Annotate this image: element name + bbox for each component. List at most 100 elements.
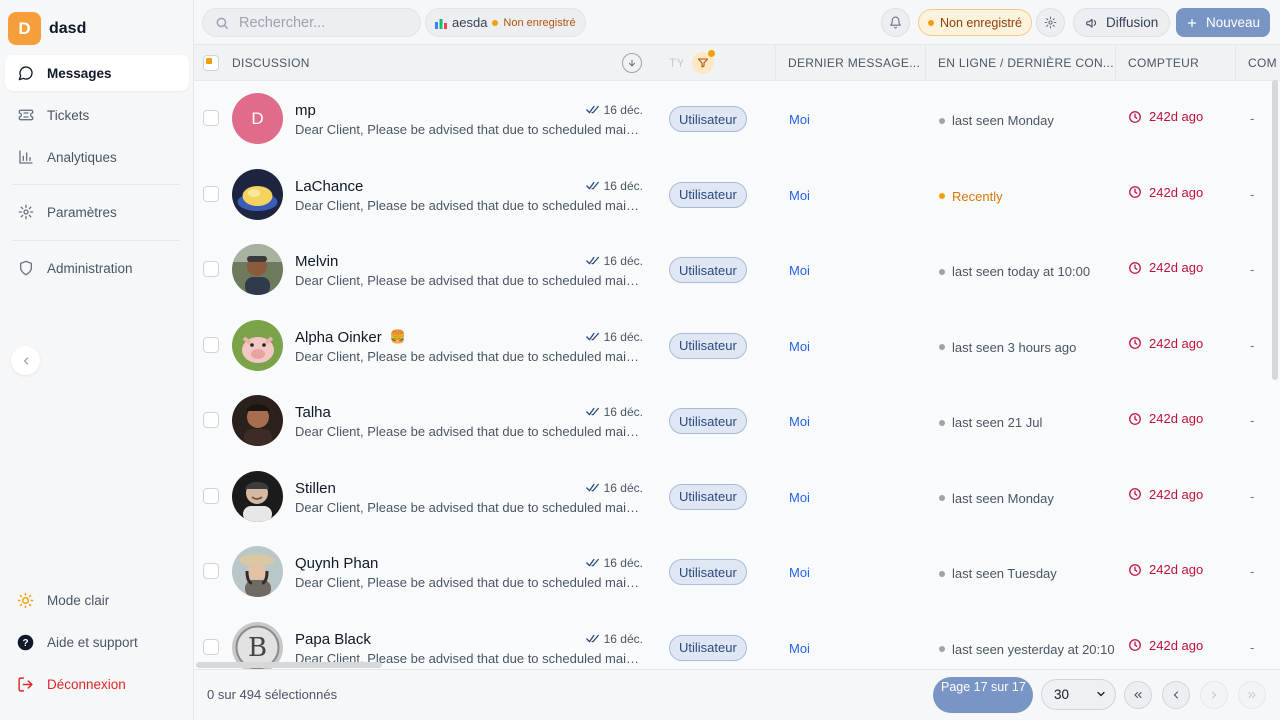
sidebar-item-analytics[interactable]: Analytiques	[5, 139, 189, 175]
table-row[interactable]: LaChance 16 déc. Dear Client, Please be ad…	[194, 157, 1280, 232]
search-box[interactable]	[202, 8, 421, 37]
row-checkbox[interactable]	[203, 638, 219, 655]
counter-text: 242d ago	[1149, 109, 1204, 124]
last-page-button[interactable]	[1238, 681, 1266, 709]
contact-name-text: Talha	[295, 404, 331, 421]
online-status-text: last seen Tuesday	[952, 566, 1057, 581]
vertical-scrollbar[interactable]	[1272, 80, 1278, 380]
row-checkbox[interactable]	[203, 412, 219, 428]
message-date: 16 déc.	[585, 405, 643, 419]
online-status: last seen yesterday at 20:10	[939, 642, 1115, 657]
header-type[interactable]: TY	[669, 45, 683, 81]
settings-button[interactable]	[1036, 8, 1065, 37]
search-icon	[216, 17, 228, 29]
contact-name-text: Papa Black	[295, 630, 371, 648]
last-message-author[interactable]: Moi	[789, 112, 810, 127]
contact-name[interactable]: Papa Black	[295, 631, 371, 648]
last-message-author[interactable]: Moi	[789, 414, 810, 429]
logout-button[interactable]: Déconnexion	[5, 666, 189, 702]
avatar[interactable]	[232, 470, 283, 522]
message-preview: Dear Client, Please be advised that due …	[295, 499, 645, 515]
contact-name[interactable]: Stillen	[295, 480, 336, 497]
help-support-link[interactable]: ? Aide et support	[5, 624, 189, 660]
last-message-author[interactable]: Moi	[789, 641, 810, 656]
presence-dot	[939, 646, 945, 652]
select-all-checkbox[interactable]	[203, 55, 219, 71]
logout-label: Déconnexion	[47, 676, 126, 692]
sidebar-item-messages[interactable]: Messages	[5, 55, 189, 91]
first-page-button[interactable]	[1124, 681, 1152, 709]
page-indicator: Page 17 sur 17	[933, 677, 1033, 713]
brand-logo: D	[8, 12, 41, 45]
table-row[interactable]: Dmp 16 déc. Dear Client, Please be advised…	[194, 81, 1280, 156]
message-date: 16 déc.	[585, 556, 643, 570]
last-message-author[interactable]: Moi	[789, 565, 810, 580]
filter-button[interactable]	[692, 50, 715, 74]
workspace-chip[interactable]: aesda Non enregistré	[425, 8, 586, 37]
contact-name[interactable]: LaChance	[295, 178, 363, 195]
table-row[interactable]: Alpha Oinker 🍔 16 déc. Dear Client, Please …	[194, 308, 1280, 383]
theme-toggle[interactable]: Mode clair	[5, 582, 189, 618]
header-discussion[interactable]: DISCUSSION	[232, 45, 310, 81]
counter: 242d ago	[1128, 411, 1203, 426]
table-footer: 0 sur 494 sélectionnés Page 17 sur 17 30	[194, 669, 1280, 720]
extra-cell: -	[1250, 488, 1255, 504]
next-page-button[interactable]	[1200, 681, 1228, 709]
row-checkbox[interactable]	[203, 563, 219, 579]
clock-icon	[1129, 412, 1141, 425]
table-row[interactable]: Talha 16 déc. Dear Client, Please be advis…	[194, 383, 1280, 458]
last-message-author[interactable]: Moi	[789, 263, 810, 278]
contact-name[interactable]: Alpha Oinker 🍔	[295, 329, 406, 346]
header-online[interactable]: EN LIGNE / DERNIÈRE CON...	[925, 45, 1115, 81]
page-size-select[interactable]: 30	[1041, 679, 1116, 710]
row-checkbox[interactable]	[203, 185, 219, 202]
sidebar-item-settings[interactable]: Paramètres	[5, 194, 189, 230]
row-checkbox[interactable]	[203, 336, 219, 353]
table-row[interactable]: B Papa Black 16 déc. Dear Client, Please be…	[194, 610, 1280, 669]
sidebar-item-tickets[interactable]: Tickets	[5, 97, 189, 133]
search-input[interactable]	[239, 14, 409, 31]
table-row[interactable]: Stillen 16 déc. Dear Client, Please be adv…	[194, 459, 1280, 534]
message-date-text: 16 déc.	[603, 103, 643, 117]
sort-button[interactable]	[622, 53, 642, 73]
clock-icon	[1129, 488, 1141, 500]
chevron-left-icon	[23, 356, 28, 365]
type-badge: Utilisateur	[669, 106, 747, 132]
avatar[interactable]	[232, 319, 283, 371]
contact-name[interactable]: Quynh Phan	[295, 555, 378, 572]
avatar[interactable]	[232, 244, 283, 295]
previous-page-button[interactable]	[1162, 681, 1190, 709]
sidebar-item-administration[interactable]: Administration	[5, 250, 189, 286]
row-checkbox[interactable]	[203, 487, 219, 504]
horizontal-scrollbar[interactable]	[196, 662, 382, 668]
last-message-author[interactable]: Moi	[789, 188, 810, 203]
contact-name[interactable]: Melvin	[295, 253, 338, 270]
avatar[interactable]: D	[232, 93, 283, 144]
message-date-text: 16 déc.	[603, 254, 643, 268]
avatar[interactable]	[232, 168, 283, 220]
contact-name-text: mp	[295, 102, 316, 119]
counter: 242d ago	[1128, 487, 1203, 502]
avatar[interactable]	[232, 546, 283, 597]
header-counter[interactable]: COMPTEUR	[1115, 45, 1235, 81]
row-checkbox[interactable]	[203, 110, 219, 126]
status-dot	[928, 19, 934, 26]
header-last-message[interactable]: DERNIER MESSAGE...	[775, 45, 925, 81]
collapse-sidebar-button[interactable]	[11, 346, 40, 375]
table-row[interactable]: Quynh Phan 16 déc. Dear Client, Please be …	[194, 534, 1280, 609]
registration-status-badge[interactable]: Non enregistré	[918, 9, 1032, 36]
table-row[interactable]: Melvin 16 déc. Dear Client, Please be advi…	[194, 232, 1280, 307]
row-select-cell	[203, 638, 219, 655]
row-select-cell	[203, 412, 219, 428]
new-button[interactable]: Nouveau	[1176, 8, 1271, 37]
row-checkbox[interactable]	[203, 261, 219, 277]
last-message-author[interactable]: Moi	[789, 339, 810, 354]
diffusion-button[interactable]: Diffusion	[1073, 8, 1171, 37]
notifications-button[interactable]	[881, 8, 910, 37]
contact-name[interactable]: Talha	[295, 404, 331, 421]
avatar[interactable]	[232, 395, 283, 446]
header-extra[interactable]: COM	[1235, 45, 1280, 81]
brand[interactable]: D dasd	[8, 12, 86, 45]
last-message-author[interactable]: Moi	[789, 490, 810, 505]
contact-name[interactable]: mp	[295, 102, 316, 119]
